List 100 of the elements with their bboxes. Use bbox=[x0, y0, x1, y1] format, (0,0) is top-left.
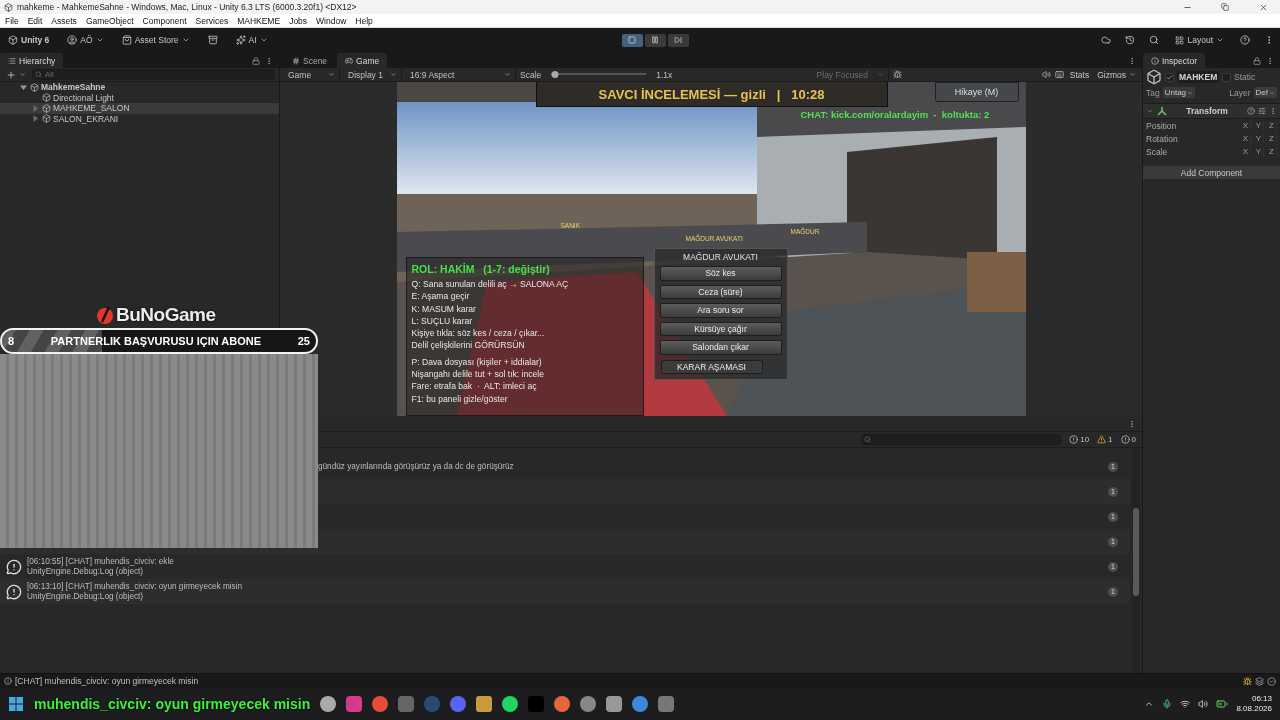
more-icon[interactable] bbox=[1128, 419, 1136, 428]
error-count[interactable]: 0 bbox=[1120, 435, 1136, 444]
history-icon[interactable] bbox=[1125, 35, 1136, 45]
tag-dropdown[interactable]: Untag bbox=[1162, 87, 1196, 98]
menu-item[interactable]: Help bbox=[355, 15, 373, 26]
app-icon[interactable] bbox=[346, 696, 363, 712]
help-icon[interactable] bbox=[1240, 35, 1250, 45]
app-icon[interactable] bbox=[580, 696, 597, 712]
name-field[interactable]: MAHKEM bbox=[1177, 71, 1219, 83]
app-icon[interactable] bbox=[476, 696, 493, 712]
console-search-field[interactable] bbox=[861, 434, 1062, 445]
menu-item[interactable]: Jobs bbox=[289, 15, 308, 26]
help-icon[interactable] bbox=[1247, 107, 1255, 115]
expand-arrow-icon[interactable] bbox=[32, 115, 39, 123]
hierarchy-item[interactable]: Directional Light bbox=[0, 92, 279, 103]
step-button[interactable] bbox=[667, 33, 689, 47]
action-button[interactable]: Salondan çıkar bbox=[659, 340, 782, 355]
menu-item[interactable]: GameObject bbox=[85, 15, 134, 26]
layout-button[interactable]: Layout bbox=[1173, 33, 1226, 47]
menu-item[interactable]: Assets bbox=[51, 15, 77, 26]
info-icon bbox=[4, 677, 12, 685]
component-header[interactable]: Transform bbox=[1143, 103, 1280, 119]
app-icon[interactable] bbox=[632, 696, 649, 712]
aspect-dropdown[interactable]: 16:9 Aspect bbox=[406, 67, 516, 82]
axis-label: Y bbox=[1254, 134, 1264, 143]
speaker-icon[interactable] bbox=[1041, 70, 1051, 79]
bug-icon[interactable] bbox=[892, 70, 902, 79]
log-count[interactable]: 10 bbox=[1069, 435, 1090, 444]
lock-icon[interactable] bbox=[1253, 56, 1261, 65]
menu-item[interactable]: Edit bbox=[27, 15, 43, 26]
windows-logo-icon[interactable] bbox=[8, 696, 24, 712]
account-button[interactable]: AÖ bbox=[65, 33, 106, 47]
menu-item[interactable]: MAHKEME bbox=[237, 15, 281, 26]
microphone-icon[interactable] bbox=[1162, 699, 1173, 709]
expand-arrow-icon[interactable] bbox=[20, 83, 27, 91]
more-icon[interactable] bbox=[265, 56, 273, 65]
gizmos-button[interactable]: Gizmos bbox=[1095, 67, 1138, 82]
more-icon[interactable] bbox=[1128, 56, 1136, 65]
action-button[interactable]: Ara soru sor bbox=[659, 303, 782, 318]
lock-icon[interactable] bbox=[252, 56, 260, 65]
app-icon[interactable] bbox=[372, 696, 389, 712]
action-button[interactable]: Söz kes bbox=[659, 266, 782, 281]
view-tab[interactable]: Game bbox=[337, 53, 388, 68]
panel-tab[interactable]: Inspector bbox=[1143, 53, 1205, 68]
app-icon[interactable] bbox=[554, 696, 571, 712]
app-icon[interactable] bbox=[658, 696, 675, 712]
play-button[interactable] bbox=[621, 33, 643, 47]
menu-item[interactable]: Window bbox=[316, 15, 347, 26]
scale-slider[interactable] bbox=[551, 72, 647, 79]
sliders-icon[interactable] bbox=[1258, 107, 1266, 115]
panel-tab[interactable]: Hierarchy bbox=[0, 53, 64, 68]
scrollbar[interactable] bbox=[1132, 448, 1140, 673]
hierarchy-item[interactable]: SALON_EKRANI bbox=[0, 113, 279, 124]
cloud-icon[interactable] bbox=[1101, 35, 1112, 45]
search-field[interactable]: All bbox=[32, 69, 275, 80]
warning-count[interactable]: 1 bbox=[1097, 435, 1113, 444]
slider-thumb[interactable] bbox=[551, 70, 559, 78]
pause-button[interactable] bbox=[644, 33, 666, 47]
view-tab[interactable]: Scene bbox=[284, 53, 336, 68]
stats-button[interactable]: Stats bbox=[1067, 67, 1092, 82]
caret-icon bbox=[390, 71, 397, 78]
more-icon[interactable] bbox=[1269, 107, 1277, 115]
battery-icon[interactable] bbox=[1216, 698, 1229, 710]
static-checkbox[interactable] bbox=[1222, 72, 1231, 82]
verdict-button[interactable]: KARAR AŞAMASI bbox=[660, 359, 763, 374]
unity-button[interactable]: Unity 6 bbox=[6, 33, 52, 47]
view-dropdown[interactable]: Game bbox=[284, 67, 340, 82]
menu-item[interactable]: Services bbox=[195, 15, 229, 26]
hierarchy-item[interactable]: MAHKEME_SALON bbox=[0, 103, 279, 114]
add-component-button[interactable]: Add Component bbox=[1143, 166, 1280, 179]
chevron-up-icon[interactable] bbox=[1144, 699, 1155, 709]
component-title: Transform bbox=[1185, 106, 1229, 116]
keyboard-icon[interactable] bbox=[1054, 70, 1064, 79]
more-icon[interactable] bbox=[1266, 56, 1274, 65]
bug-icon[interactable] bbox=[1243, 676, 1252, 686]
layers-icon[interactable] bbox=[1255, 676, 1264, 686]
wifi-icon[interactable] bbox=[1180, 699, 1191, 709]
action-button[interactable]: Kürsüye çağır bbox=[659, 321, 782, 336]
story-button[interactable]: Hikaye (M) bbox=[934, 82, 1019, 102]
speaker-icon[interactable] bbox=[1198, 699, 1209, 709]
asset-store-button[interactable]: Asset Store bbox=[119, 33, 192, 47]
active-checkbox[interactable] bbox=[1165, 72, 1174, 82]
scrollbar-thumb[interactable] bbox=[1133, 508, 1139, 596]
check-icon[interactable] bbox=[1267, 676, 1276, 686]
clock[interactable]: 06:13 8.08.2026 bbox=[1236, 694, 1272, 714]
menu-item[interactable]: File bbox=[5, 15, 19, 26]
hierarchy-item[interactable]: MahkemeSahne bbox=[0, 82, 279, 93]
app-icon[interactable] bbox=[450, 696, 467, 712]
ai-button[interactable]: AI bbox=[233, 33, 270, 47]
action-button[interactable]: Ceza (süre) bbox=[659, 284, 782, 299]
menu-item[interactable]: Component bbox=[142, 15, 187, 26]
display-dropdown[interactable]: Display 1 bbox=[344, 67, 402, 82]
app-icon[interactable] bbox=[502, 696, 519, 712]
package-button[interactable] bbox=[205, 33, 220, 47]
axis-label: Y bbox=[1254, 147, 1264, 156]
axis-label: Y bbox=[1254, 121, 1264, 130]
app-icon[interactable] bbox=[606, 696, 623, 712]
layer-dropdown[interactable]: Def bbox=[1253, 87, 1277, 98]
search-icon[interactable] bbox=[1149, 35, 1160, 45]
app-icon[interactable] bbox=[320, 696, 337, 712]
